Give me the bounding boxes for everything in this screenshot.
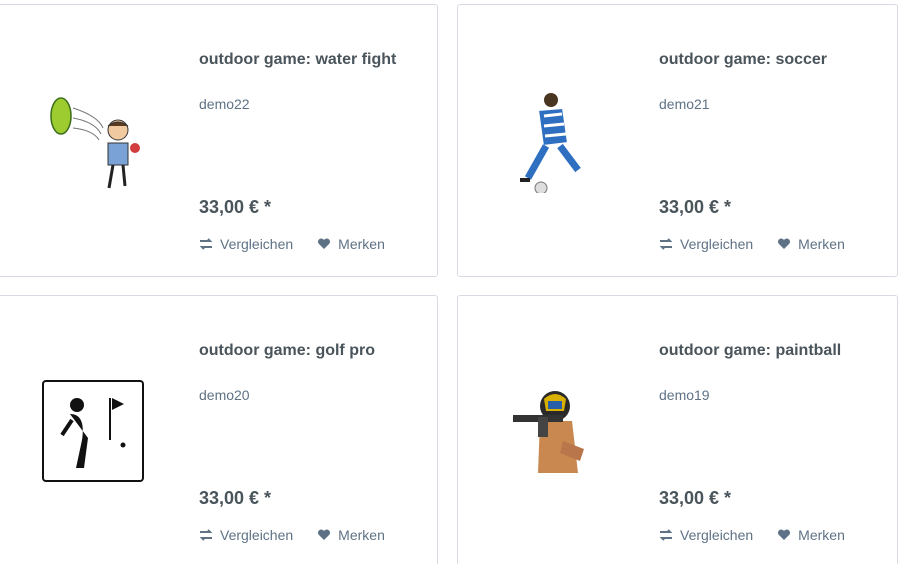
product-card[interactable]: outdoor game: soccer demo21 33,00 € * Ve…	[457, 4, 898, 277]
product-description: demo21	[659, 96, 710, 112]
golf-pro-icon	[42, 380, 144, 482]
product-title[interactable]: outdoor game: soccer	[659, 51, 827, 69]
product-price: 33,00 € *	[659, 197, 732, 217]
remember-label: Merken	[798, 236, 845, 252]
remember-button[interactable]: Merken	[777, 527, 845, 543]
water-fight-icon	[50, 96, 140, 188]
heart-icon	[778, 238, 791, 249]
remember-button[interactable]: Merken	[317, 527, 385, 543]
compare-label: Vergleichen	[220, 236, 294, 252]
heart-icon	[778, 529, 791, 540]
product-description: demo22	[199, 96, 250, 112]
remember-button[interactable]: Merken	[777, 236, 845, 252]
soccer-player-icon	[520, 92, 581, 193]
remember-button[interactable]: Merken	[317, 236, 385, 252]
product-title[interactable]: outdoor game: water fight	[199, 51, 396, 69]
remember-label: Merken	[338, 236, 385, 252]
heart-icon	[318, 238, 331, 249]
heart-icon	[318, 529, 331, 540]
product-image[interactable]	[38, 85, 148, 195]
product-image[interactable]	[498, 85, 608, 195]
product-image[interactable]	[38, 376, 148, 486]
product-actions: Vergleichen Merken	[659, 527, 845, 543]
compare-icon	[199, 238, 213, 250]
product-description: demo19	[659, 387, 710, 403]
compare-label: Vergleichen	[220, 527, 294, 543]
product-card[interactable]: outdoor game: paintball demo19 33,00 € *…	[457, 295, 898, 564]
product-actions: Vergleichen Merken	[659, 236, 845, 252]
compare-label: Vergleichen	[680, 236, 754, 252]
paintball-icon	[513, 391, 584, 473]
product-actions: Vergleichen Merken	[199, 527, 385, 543]
product-price: 33,00 € *	[199, 488, 272, 508]
compare-icon	[659, 529, 673, 541]
compare-button[interactable]: Vergleichen	[659, 236, 753, 252]
product-price: 33,00 € *	[659, 488, 732, 508]
compare-label: Vergleichen	[680, 527, 754, 543]
compare-button[interactable]: Vergleichen	[659, 527, 753, 543]
compare-button[interactable]: Vergleichen	[199, 527, 293, 543]
compare-icon	[199, 529, 213, 541]
product-description: demo20	[199, 387, 250, 403]
remember-label: Merken	[338, 527, 385, 543]
compare-button[interactable]: Vergleichen	[199, 236, 293, 252]
product-title[interactable]: outdoor game: golf pro	[199, 342, 375, 360]
product-title[interactable]: outdoor game: paintball	[659, 342, 841, 360]
product-actions: Vergleichen Merken	[199, 236, 385, 252]
remember-label: Merken	[798, 527, 845, 543]
product-price: 33,00 € *	[199, 197, 272, 217]
product-card[interactable]: outdoor game: water fight demo22 33,00 €…	[0, 4, 438, 277]
product-image[interactable]	[498, 376, 608, 486]
compare-icon	[659, 238, 673, 250]
product-card[interactable]: outdoor game: golf pro demo20 33,00 € * …	[0, 295, 438, 564]
